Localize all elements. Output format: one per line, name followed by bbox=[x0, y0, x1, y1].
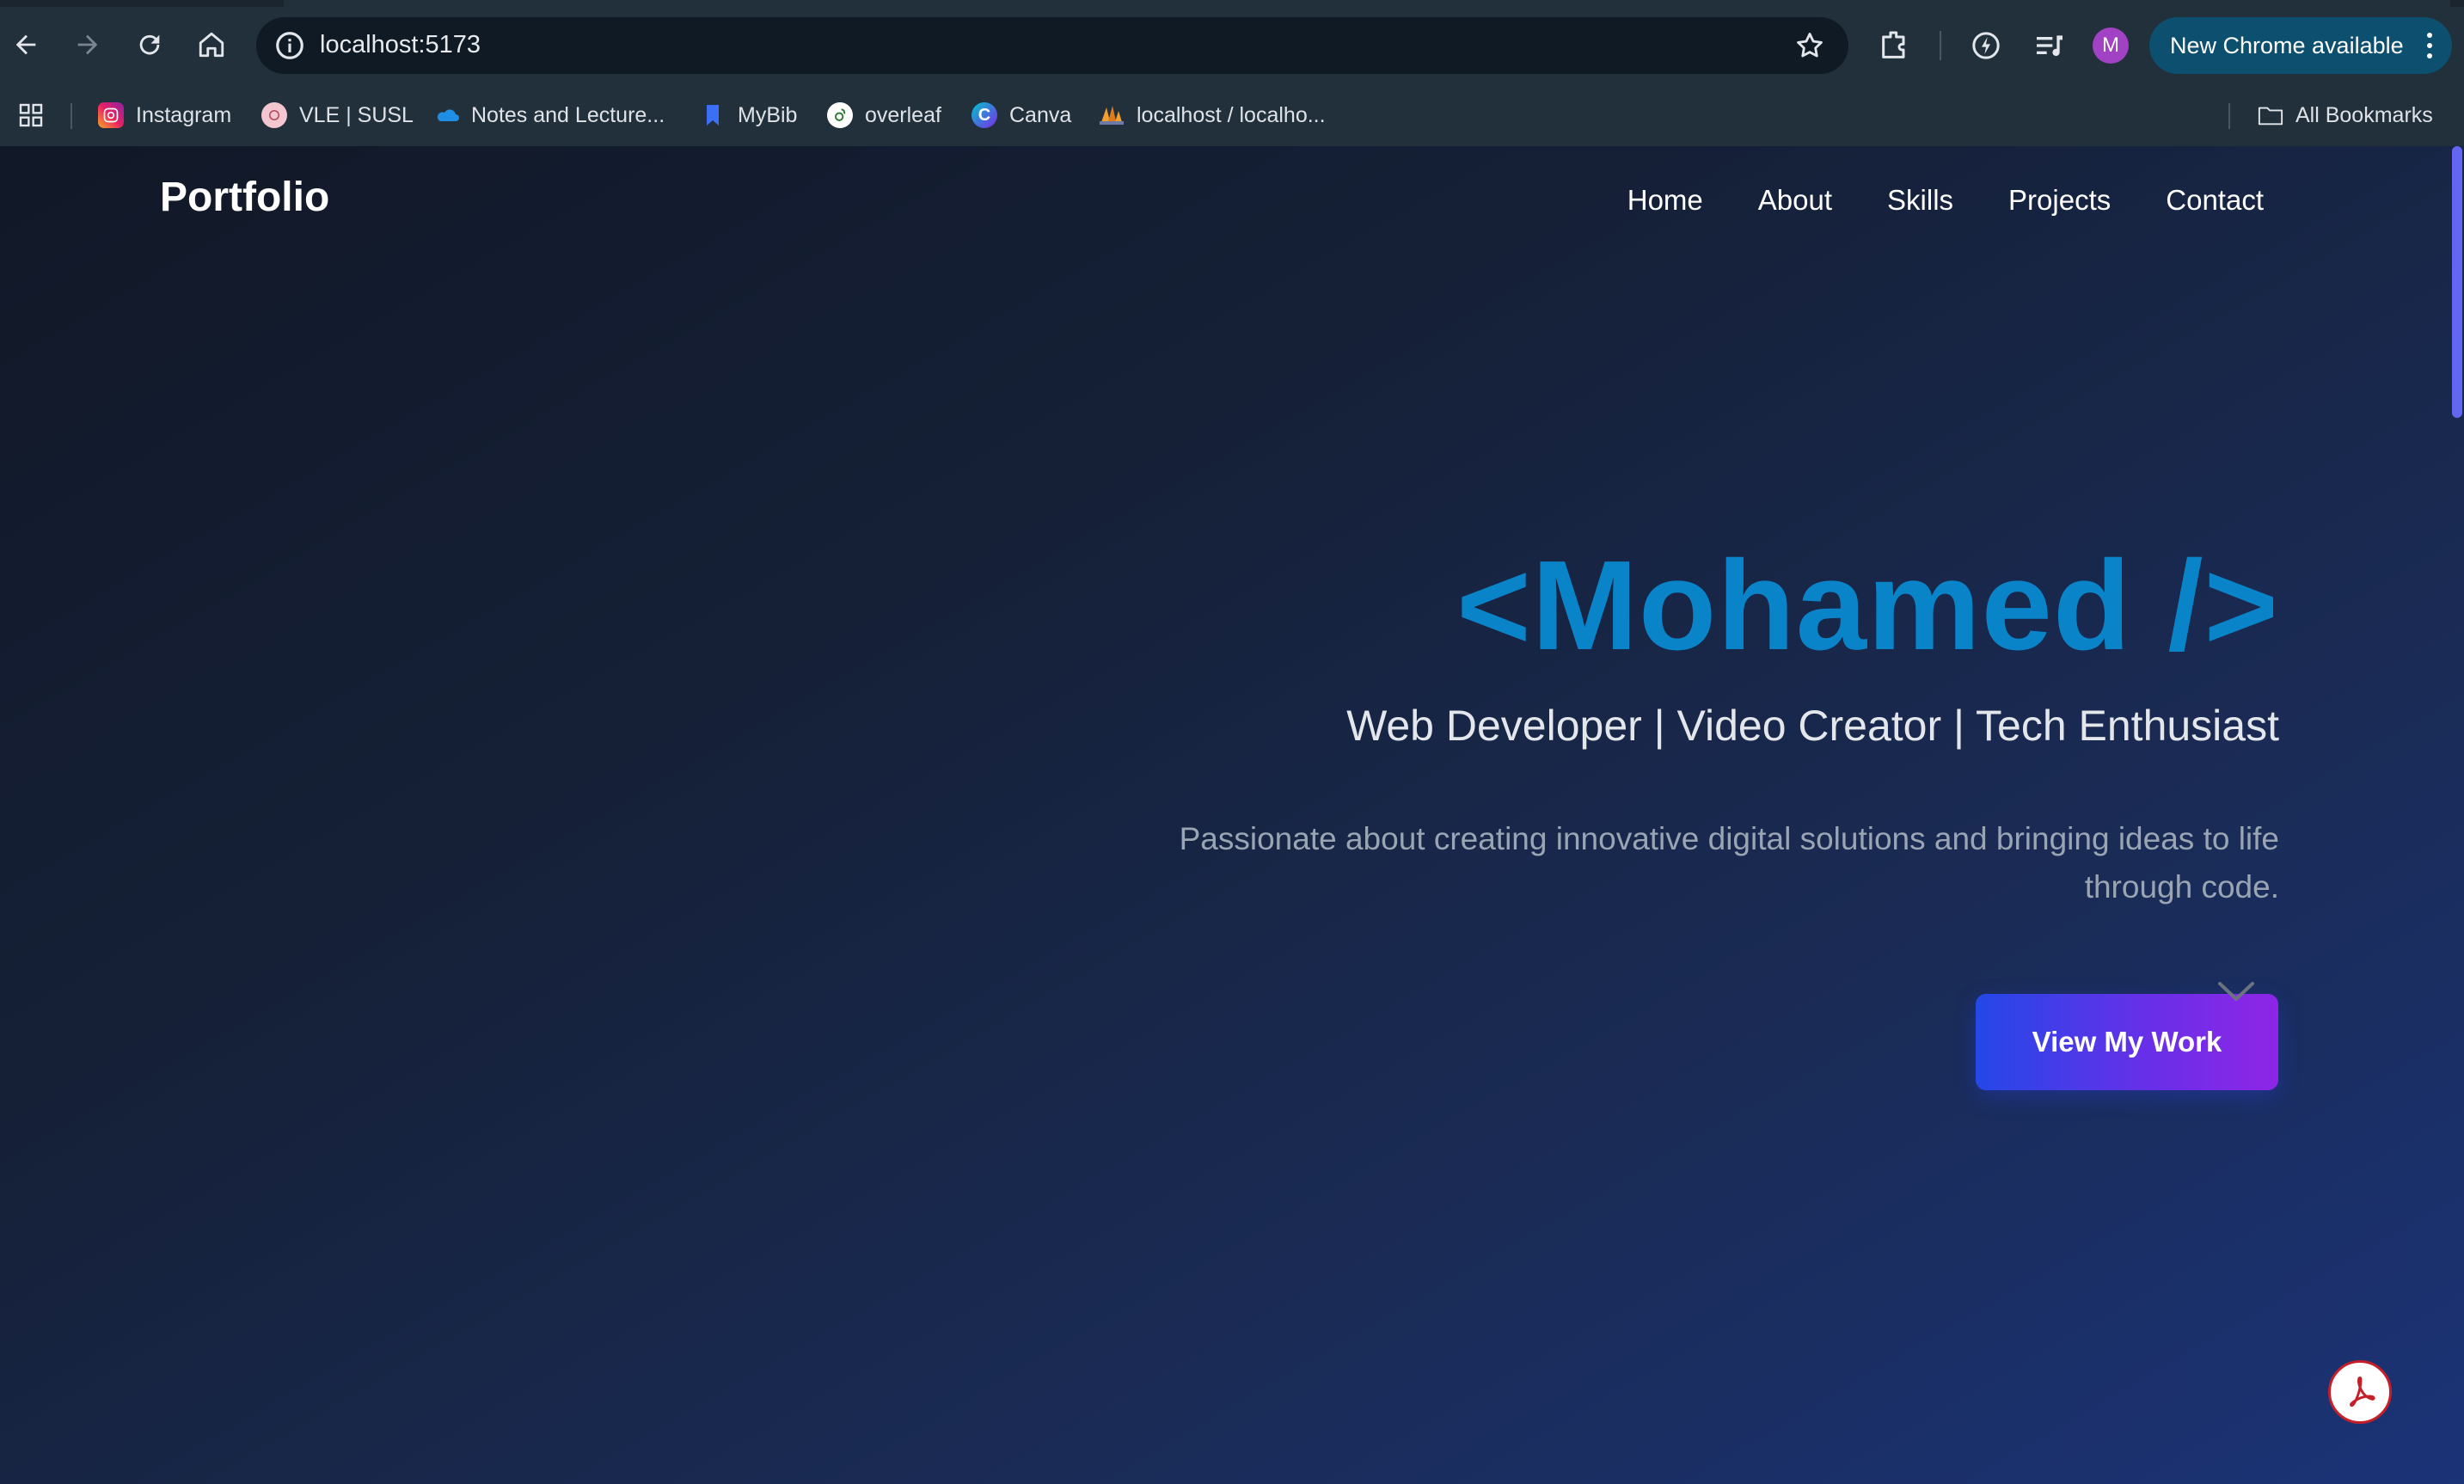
canva-icon: C bbox=[972, 102, 997, 128]
bookmarks-bar: Instagram VLE | SUSL Notes and Lecture..… bbox=[0, 93, 2464, 138]
apps-grid-icon[interactable] bbox=[17, 101, 45, 129]
back-button[interactable] bbox=[3, 22, 48, 67]
bookmark-localhost-phpmyadmin[interactable]: localhost / localho... bbox=[1099, 98, 1326, 132]
bookmark-vle-susl[interactable]: VLE | SUSL bbox=[261, 98, 414, 132]
bookmark-label: Canva bbox=[1009, 102, 1072, 127]
bookmarks-divider bbox=[70, 103, 72, 129]
address-url[interactable]: localhost:5173 bbox=[320, 31, 481, 59]
toolbar-divider bbox=[1940, 31, 1941, 60]
performance-icon[interactable] bbox=[1969, 28, 2003, 63]
all-bookmarks-label: All Bookmarks bbox=[2295, 102, 2433, 127]
site-info-icon[interactable] bbox=[273, 29, 306, 62]
folder-icon bbox=[2258, 102, 2283, 128]
site-brand[interactable]: Portfolio bbox=[160, 174, 329, 221]
more-menu-icon[interactable] bbox=[2426, 31, 2433, 60]
overleaf-icon bbox=[827, 102, 853, 128]
pdf-download-button[interactable] bbox=[2328, 1360, 2392, 1424]
page-scrollbar[interactable] bbox=[2449, 146, 2464, 1484]
bookmark-overleaf[interactable]: overleaf bbox=[827, 98, 941, 132]
nav-projects[interactable]: Projects bbox=[2008, 184, 2111, 217]
home-button[interactable] bbox=[189, 22, 234, 67]
reload-icon bbox=[139, 34, 160, 55]
back-arrow-icon bbox=[15, 34, 36, 55]
hero-title: <Mohamed /> bbox=[1456, 535, 2279, 677]
active-tab-edge[interactable] bbox=[284, 0, 2450, 7]
bookmark-canva[interactable]: C Canva bbox=[972, 98, 1071, 132]
vle-icon bbox=[261, 102, 287, 128]
tab-strip bbox=[0, 0, 2464, 7]
scrollbar-thumb[interactable] bbox=[2452, 146, 2462, 418]
bookmark-label: localhost / localho... bbox=[1137, 102, 1326, 127]
bookmark-label: Notes and Lecture... bbox=[471, 102, 665, 127]
media-playlist-icon[interactable] bbox=[2032, 28, 2067, 63]
forward-arrow-icon bbox=[77, 34, 98, 55]
address-bar[interactable]: localhost:5173 bbox=[256, 17, 1848, 74]
bookmark-label: overleaf bbox=[865, 102, 941, 127]
chevron-down-icon[interactable] bbox=[2216, 980, 2256, 1004]
page-viewport: Portfolio Home About Skills Projects Con… bbox=[0, 146, 2464, 1484]
nav-skills[interactable]: Skills bbox=[1887, 184, 1953, 217]
browser-toolbar: localhost:5173 M New Chrome available bbox=[0, 12, 2464, 81]
onedrive-icon bbox=[433, 102, 459, 128]
bookmark-label: VLE | SUSL bbox=[299, 102, 414, 127]
extensions-icon[interactable] bbox=[1878, 28, 1912, 63]
bookmarks-divider bbox=[2228, 103, 2230, 129]
nav-home[interactable]: Home bbox=[1627, 184, 1703, 217]
profile-avatar[interactable]: M bbox=[2093, 28, 2129, 64]
instagram-icon bbox=[98, 102, 124, 128]
new-chrome-available-button[interactable]: New Chrome available bbox=[2149, 17, 2452, 74]
bookmark-notes-and-lectures[interactable]: Notes and Lecture... bbox=[433, 98, 665, 132]
site-navbar: Portfolio Home About Skills Projects Con… bbox=[0, 146, 2449, 254]
view-my-work-button[interactable]: View My Work bbox=[1976, 994, 2278, 1090]
nav-about[interactable]: About bbox=[1758, 184, 1832, 217]
bookmark-mybib[interactable]: MyBib bbox=[700, 98, 797, 132]
forward-button[interactable] bbox=[65, 22, 110, 67]
bookmark-star-icon[interactable] bbox=[1793, 29, 1826, 62]
acrobat-pdf-icon bbox=[2350, 1377, 2375, 1407]
bookmark-icon bbox=[700, 102, 726, 128]
phpmyadmin-icon bbox=[1099, 102, 1125, 128]
reload-button[interactable] bbox=[127, 22, 172, 67]
browser-chrome: localhost:5173 M New Chrome available In… bbox=[0, 0, 2464, 146]
hero-description: Passionate about creating innovative dig… bbox=[1179, 821, 2279, 905]
home-icon bbox=[199, 32, 224, 58]
nav-links: Home About Skills Projects Contact bbox=[1627, 184, 2264, 217]
all-bookmarks-button[interactable]: All Bookmarks bbox=[2258, 98, 2433, 132]
nav-contact[interactable]: Contact bbox=[2166, 184, 2264, 217]
bookmark-instagram[interactable]: Instagram bbox=[98, 98, 231, 132]
bookmark-label: Instagram bbox=[136, 102, 232, 127]
hero-subtitle: Web Developer | Video Creator | Tech Ent… bbox=[1346, 702, 2279, 750]
update-label: New Chrome available bbox=[2170, 32, 2404, 58]
bookmark-label: MyBib bbox=[738, 102, 798, 127]
